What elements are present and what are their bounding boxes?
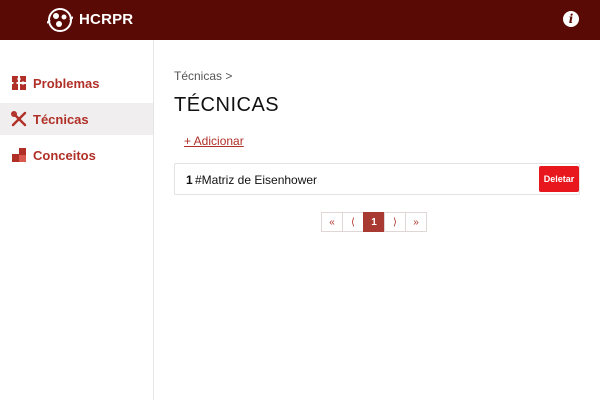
add-technique-link[interactable]: + Adicionar <box>184 134 244 148</box>
sidebar-item-label: Técnicas <box>33 111 89 127</box>
pagination-prev-button[interactable]: ⟨ <box>342 212 364 232</box>
pagination: « ⟨ 1 ⟩ » <box>321 212 427 232</box>
sidebar-item-label: Problemas <box>33 75 100 91</box>
sidebar-item-problemas[interactable]: Problemas <box>0 67 153 99</box>
top-bar: HCRPR i <box>0 0 600 40</box>
logo-icon[interactable] <box>47 7 73 33</box>
blocks-icon <box>10 146 28 164</box>
pagination-last-button[interactable]: » <box>405 212 427 232</box>
sidebar-item-tecnicas[interactable]: Técnicas <box>0 103 153 135</box>
item-name[interactable]: #Matriz de Eisenhower <box>195 173 317 187</box>
pagination-next-button[interactable]: ⟩ <box>384 212 406 232</box>
pagination-first-button[interactable]: « <box>321 212 343 232</box>
main-content: Técnicas > TÉCNICAS + Adicionar 1 #Matri… <box>174 40 584 400</box>
app-brand[interactable]: HCRPR <box>79 11 133 28</box>
sidebar-item-conceitos[interactable]: Conceitos <box>0 139 153 171</box>
list-item[interactable]: 1 #Matriz de Eisenhower Deletar <box>174 163 580 195</box>
page-title: TÉCNICAS <box>174 94 280 116</box>
pagination-page-1[interactable]: 1 <box>363 212 385 232</box>
delete-button[interactable]: Deletar <box>539 166 579 192</box>
info-icon[interactable]: i <box>563 11 579 27</box>
tools-icon <box>10 110 28 128</box>
item-number: 1 <box>186 173 193 187</box>
sidebar-item-label: Conceitos <box>33 147 96 163</box>
breadcrumb[interactable]: Técnicas > <box>174 69 232 83</box>
puzzle-icon <box>10 74 28 92</box>
sidebar: Problemas Técnicas Conceitos <box>0 40 154 400</box>
